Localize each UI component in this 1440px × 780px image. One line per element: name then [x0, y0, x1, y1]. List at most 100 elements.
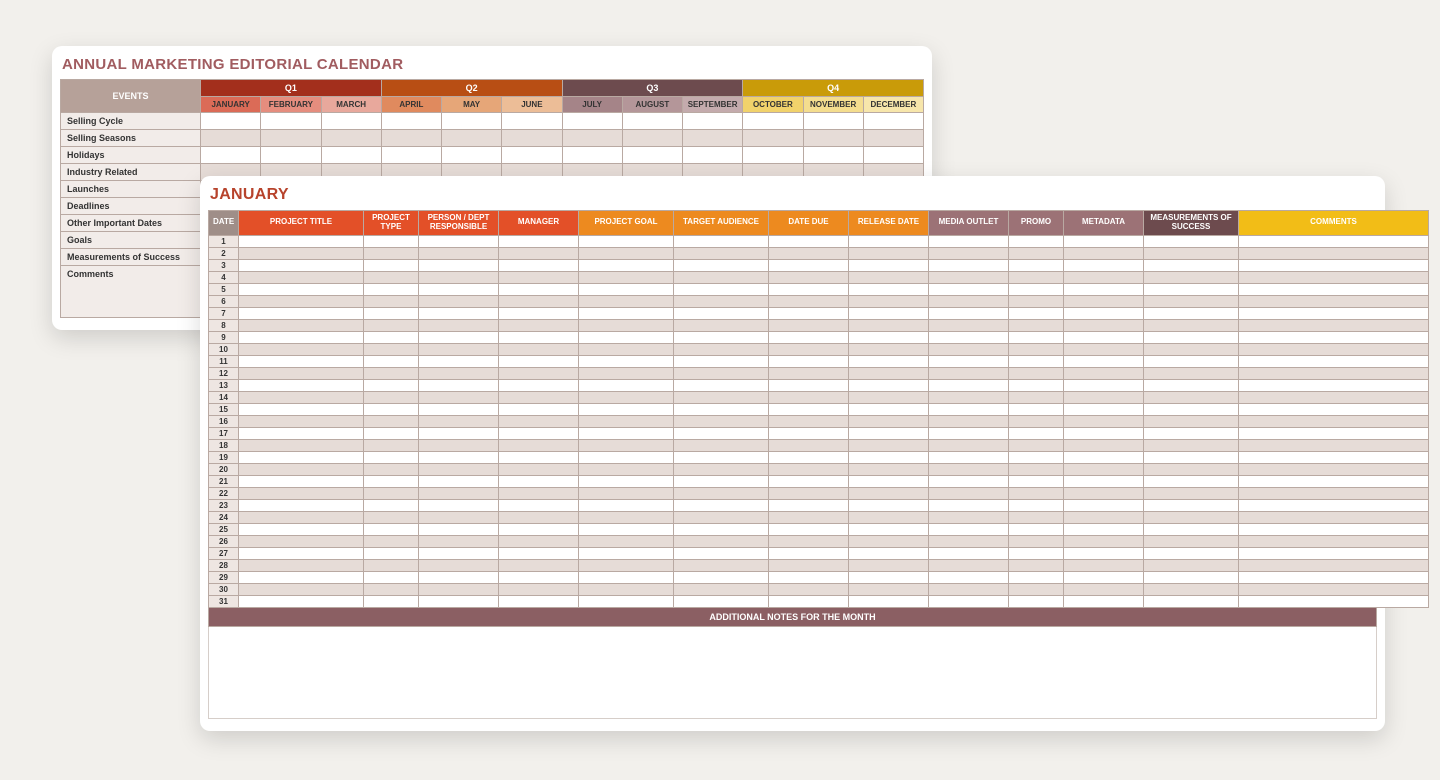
detail-cell[interactable]	[579, 559, 674, 571]
detail-cell[interactable]	[1064, 307, 1144, 319]
detail-cell[interactable]	[579, 379, 674, 391]
detail-cell[interactable]	[419, 523, 499, 535]
detail-cell[interactable]	[674, 307, 769, 319]
annual-cell[interactable]	[261, 147, 321, 164]
detail-cell[interactable]	[674, 379, 769, 391]
detail-cell[interactable]	[849, 499, 929, 511]
detail-cell[interactable]	[674, 247, 769, 259]
detail-cell[interactable]	[1239, 271, 1429, 283]
detail-cell[interactable]	[419, 559, 499, 571]
detail-cell[interactable]	[929, 271, 1009, 283]
detail-cell[interactable]	[1144, 307, 1239, 319]
detail-cell[interactable]	[239, 475, 364, 487]
detail-cell[interactable]	[239, 523, 364, 535]
detail-cell[interactable]	[579, 283, 674, 295]
detail-cell[interactable]	[1009, 367, 1064, 379]
detail-cell[interactable]	[364, 463, 419, 475]
detail-cell[interactable]	[1144, 343, 1239, 355]
detail-cell[interactable]	[579, 343, 674, 355]
detail-cell[interactable]	[1064, 403, 1144, 415]
detail-cell[interactable]	[1239, 355, 1429, 367]
detail-cell[interactable]	[579, 259, 674, 271]
detail-cell[interactable]	[499, 559, 579, 571]
detail-cell[interactable]	[849, 559, 929, 571]
detail-cell[interactable]	[1239, 415, 1429, 427]
detail-cell[interactable]	[769, 391, 849, 403]
detail-cell[interactable]	[1064, 331, 1144, 343]
detail-cell[interactable]	[1009, 439, 1064, 451]
detail-cell[interactable]	[1064, 235, 1144, 247]
detail-cell[interactable]	[364, 295, 419, 307]
annual-cell[interactable]	[683, 113, 743, 130]
detail-cell[interactable]	[239, 487, 364, 499]
detail-cell[interactable]	[1144, 547, 1239, 559]
detail-cell[interactable]	[1064, 475, 1144, 487]
detail-cell[interactable]	[419, 595, 499, 607]
detail-cell[interactable]	[674, 415, 769, 427]
detail-cell[interactable]	[674, 235, 769, 247]
detail-cell[interactable]	[769, 271, 849, 283]
detail-cell[interactable]	[674, 571, 769, 583]
detail-cell[interactable]	[419, 307, 499, 319]
detail-cell[interactable]	[1144, 319, 1239, 331]
detail-cell[interactable]	[769, 499, 849, 511]
detail-cell[interactable]	[364, 511, 419, 523]
detail-cell[interactable]	[239, 547, 364, 559]
annual-cell[interactable]	[863, 130, 923, 147]
annual-cell[interactable]	[622, 113, 682, 130]
detail-cell[interactable]	[769, 367, 849, 379]
detail-cell[interactable]	[674, 475, 769, 487]
detail-cell[interactable]	[499, 595, 579, 607]
detail-cell[interactable]	[499, 499, 579, 511]
detail-cell[interactable]	[419, 343, 499, 355]
detail-cell[interactable]	[769, 247, 849, 259]
detail-cell[interactable]	[239, 259, 364, 271]
detail-cell[interactable]	[929, 247, 1009, 259]
detail-cell[interactable]	[1144, 427, 1239, 439]
detail-cell[interactable]	[579, 355, 674, 367]
detail-cell[interactable]	[419, 391, 499, 403]
detail-cell[interactable]	[419, 499, 499, 511]
detail-cell[interactable]	[674, 451, 769, 463]
detail-cell[interactable]	[1239, 427, 1429, 439]
detail-cell[interactable]	[579, 367, 674, 379]
detail-cell[interactable]	[674, 391, 769, 403]
detail-cell[interactable]	[499, 451, 579, 463]
detail-cell[interactable]	[769, 307, 849, 319]
detail-cell[interactable]	[1064, 391, 1144, 403]
detail-cell[interactable]	[579, 583, 674, 595]
detail-cell[interactable]	[849, 247, 929, 259]
detail-cell[interactable]	[499, 439, 579, 451]
annual-cell[interactable]	[803, 130, 863, 147]
detail-cell[interactable]	[419, 403, 499, 415]
detail-cell[interactable]	[849, 535, 929, 547]
detail-cell[interactable]	[1144, 487, 1239, 499]
detail-cell[interactable]	[769, 571, 849, 583]
detail-cell[interactable]	[1144, 523, 1239, 535]
detail-cell[interactable]	[419, 259, 499, 271]
detail-cell[interactable]	[364, 571, 419, 583]
detail-cell[interactable]	[769, 547, 849, 559]
annual-cell[interactable]	[442, 113, 502, 130]
detail-cell[interactable]	[1064, 499, 1144, 511]
detail-cell[interactable]	[419, 571, 499, 583]
detail-cell[interactable]	[929, 403, 1009, 415]
detail-cell[interactable]	[364, 367, 419, 379]
detail-cell[interactable]	[1144, 259, 1239, 271]
detail-cell[interactable]	[364, 319, 419, 331]
detail-cell[interactable]	[1009, 547, 1064, 559]
detail-cell[interactable]	[239, 439, 364, 451]
detail-cell[interactable]	[769, 559, 849, 571]
detail-cell[interactable]	[674, 499, 769, 511]
annual-cell[interactable]	[381, 113, 441, 130]
detail-cell[interactable]	[579, 463, 674, 475]
detail-cell[interactable]	[674, 583, 769, 595]
detail-cell[interactable]	[579, 475, 674, 487]
detail-cell[interactable]	[364, 523, 419, 535]
detail-cell[interactable]	[1009, 451, 1064, 463]
detail-cell[interactable]	[849, 403, 929, 415]
annual-cell[interactable]	[622, 130, 682, 147]
detail-cell[interactable]	[1239, 307, 1429, 319]
annual-cell[interactable]	[201, 147, 261, 164]
detail-cell[interactable]	[1239, 331, 1429, 343]
